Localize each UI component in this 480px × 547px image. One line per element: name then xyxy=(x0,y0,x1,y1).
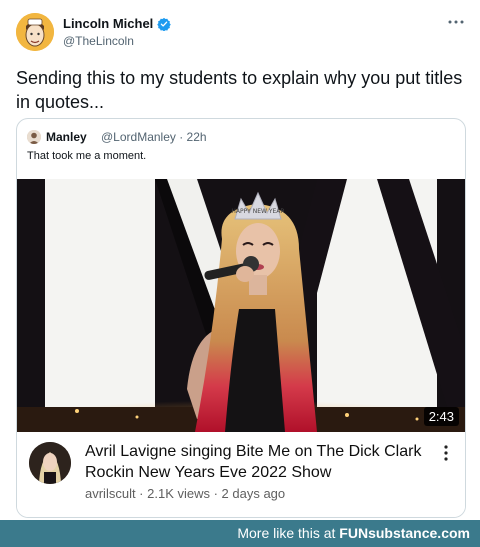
video-title[interactable]: Avril Lavigne singing Bite Me on The Dic… xyxy=(85,441,425,483)
verified-badge-icon xyxy=(157,17,172,31)
quote-text: That took me a moment. xyxy=(27,150,147,162)
video-thumbnail[interactable]: HAPPY NEW YEAR 2:43 xyxy=(17,179,465,432)
quote-author-meta[interactable]: @LordManley · 22h xyxy=(101,130,207,144)
footer-brand-rest: substance.com xyxy=(368,525,470,541)
cartoon-portrait-icon xyxy=(16,13,54,51)
video-duration: 2:43 xyxy=(423,407,459,426)
site-footer-banner[interactable]: More like this at FUNsubstance.com xyxy=(0,520,480,547)
channel-avatar-icon xyxy=(29,442,71,484)
quote-author-name[interactable]: Manley xyxy=(46,130,87,144)
footer-brand-fun: FUN xyxy=(339,525,369,541)
author-name-text[interactable]: Lincoln Michel xyxy=(63,16,153,31)
footer-prefix: More like this at xyxy=(237,525,340,541)
tweet-text: Sending this to my students to explain w… xyxy=(16,68,463,112)
video-meta: avrilscult · 2.1K views · 2 days ago xyxy=(85,486,286,501)
vertical-more-icon[interactable] xyxy=(443,444,449,462)
tweet-card: Lincoln Michel @TheLincoln Sending this … xyxy=(0,0,480,520)
video-info[interactable]: Avril Lavigne singing Bite Me on The Dic… xyxy=(17,432,465,517)
quoted-tweet[interactable]: Manley @LordManley · 22h That took me a … xyxy=(16,118,466,518)
crown-text: HAPPY NEW YEAR xyxy=(231,208,284,215)
more-options-icon[interactable] xyxy=(446,14,466,30)
quote-author-avatar[interactable] xyxy=(27,130,41,144)
channel-avatar[interactable] xyxy=(29,442,71,484)
author-avatar[interactable] xyxy=(16,13,54,51)
person-avatar-icon xyxy=(27,130,41,144)
author-handle[interactable]: @TheLincoln xyxy=(63,34,134,48)
author-name[interactable]: Lincoln Michel xyxy=(63,16,172,31)
concert-video-frame: HAPPY NEW YEAR xyxy=(17,179,465,432)
